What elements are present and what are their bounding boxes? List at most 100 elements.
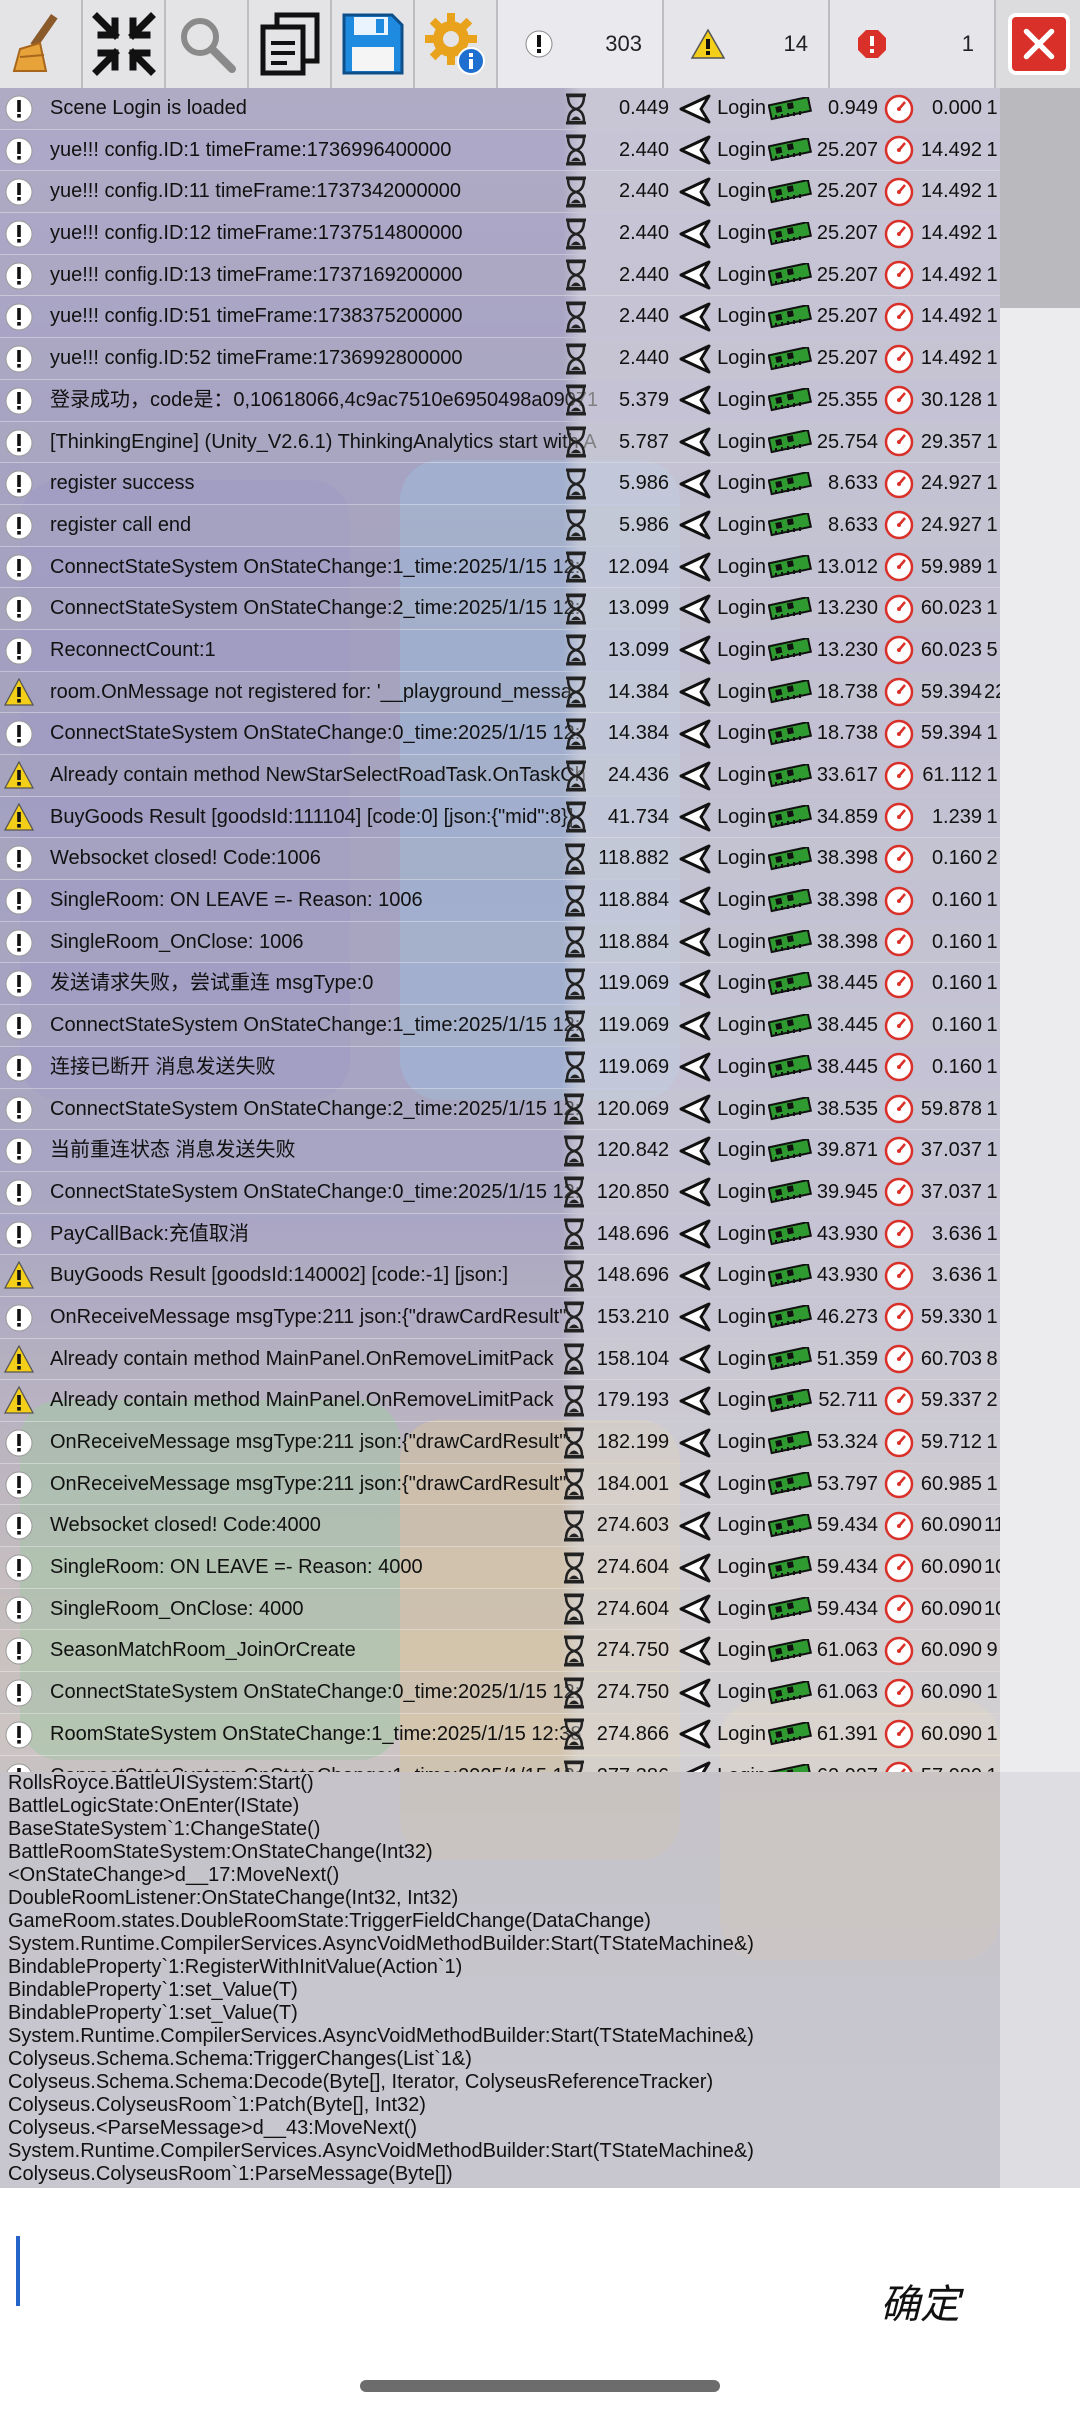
- collapse-button[interactable]: [83, 0, 166, 88]
- log-row[interactable]: RoomStateSystem OnStateChange:1_time:202…: [0, 1713, 1000, 1756]
- stack-trace-line: System.Runtime.CompilerServices.AsyncVoi…: [8, 2025, 754, 2047]
- copy-button[interactable]: [249, 0, 332, 88]
- log-memory: 34.859: [816, 805, 878, 828]
- log-memory: 0.949: [827, 97, 878, 119]
- log-count: 2: [986, 847, 998, 870]
- error-filter-toggle[interactable]: 1: [830, 0, 996, 88]
- log-fps: 59.330: [920, 1305, 982, 1328]
- scene-unity-icon: [679, 219, 711, 249]
- log-row[interactable]: ConnectStateSystem OnStateChange:1_time:…: [0, 1005, 1000, 1047]
- log-fps: 14.492: [920, 305, 982, 328]
- fps-gauge-icon: [884, 1636, 914, 1666]
- log-row[interactable]: Websocket closed! Code:1006 118.882 Login 3…: [0, 838, 1000, 881]
- log-row[interactable]: [ThinkingEngine] (Unity_V2.6.1) Thinking…: [0, 421, 1000, 464]
- log-row[interactable]: Websocket closed! Code:4000 274.603 Login 5…: [0, 1505, 1000, 1548]
- hourglass-icon: [563, 1260, 584, 1292]
- log-count: 10: [984, 1597, 1000, 1620]
- scene-unity-icon: [679, 802, 711, 832]
- log-row[interactable]: SingleRoom_OnClose: 1006 118.884 Login 38.3…: [0, 921, 1000, 964]
- log-row[interactable]: OnReceiveMessage msgType:211 json:{"draw…: [0, 1422, 1000, 1464]
- log-row[interactable]: yue!!! config.ID:1 timeFrame:17369964000…: [0, 129, 1000, 172]
- log-message: yue!!! config.ID:51 timeFrame:1738375200…: [50, 305, 463, 328]
- log-list[interactable]: Scene Login is loaded 0.449 Login 0.949 0.00…: [0, 88, 1000, 1772]
- log-row[interactable]: ConnectStateSystem OnStateChange:0_time:…: [0, 1171, 1000, 1214]
- log-row-stats: 120.069 Login 38.535 59.878 1: [560, 1088, 1000, 1130]
- log-row[interactable]: yue!!! config.ID:11 timeFrame:1737342000…: [0, 171, 1000, 214]
- memory-chip-icon: [768, 304, 812, 329]
- fps-gauge-icon: [884, 802, 914, 832]
- log-row[interactable]: Already contain method MainPanel.OnRemov…: [0, 1338, 1000, 1381]
- log-row[interactable]: SingleRoom: ON LEAVE =- Reason: 1006 118.…: [0, 880, 1000, 922]
- info-filter-toggle[interactable]: 303: [498, 0, 664, 88]
- fps-gauge-icon: [884, 1303, 914, 1332]
- log-row[interactable]: ConnectStateSystem OnStateChange:0_time:…: [0, 1672, 1000, 1714]
- log-row[interactable]: yue!!! config.ID:52 timeFrame:1736992800…: [0, 338, 1000, 380]
- info-icon: [5, 1221, 33, 1249]
- home-indicator[interactable]: [360, 2380, 720, 2392]
- log-row[interactable]: yue!!! config.ID:13 timeFrame:1737169200…: [0, 254, 1000, 297]
- log-row[interactable]: SeasonMatchRoom_JoinOrCreate 274.750 Login…: [0, 1630, 1000, 1673]
- stack-trace-panel[interactable]: RollsRoyce.BattleUISystem:Start() BattleL…: [0, 1772, 1000, 2188]
- info-icon: [5, 345, 33, 373]
- log-row[interactable]: ReconnectCount:1 13.099 Login 13.230 60.023 5: [0, 629, 1000, 672]
- search-button[interactable]: [166, 0, 249, 88]
- log-memory: 43.930: [816, 1264, 878, 1287]
- log-scrollbar[interactable]: [1000, 88, 1080, 1772]
- log-row[interactable]: register call end 5.986 Login 8.633 24.927 1: [0, 504, 1000, 547]
- log-message: ConnectStateSystem OnStateChange:0_time:…: [50, 1681, 581, 1704]
- save-button[interactable]: [332, 0, 415, 88]
- log-scene: Login: [717, 1431, 766, 1453]
- log-row[interactable]: OnReceiveMessage msgType:211 json:{"draw…: [0, 1296, 1000, 1339]
- log-row[interactable]: yue!!! config.ID:51 timeFrame:1738375200…: [0, 296, 1000, 339]
- log-row[interactable]: Already contain method NewStarSelectRoad…: [0, 755, 1000, 797]
- log-row[interactable]: 登录成功，code是：0,10618066,4c9ac7510e6950498a…: [0, 379, 1000, 422]
- log-count: 5: [986, 638, 998, 661]
- fps-gauge-icon: [884, 1386, 914, 1416]
- log-scrollbar-thumb[interactable]: [1000, 88, 1080, 308]
- log-row[interactable]: BuyGoods Result [goodsId:140002] [code:-…: [0, 1255, 1000, 1297]
- confirm-button[interactable]: 确定: [880, 2272, 960, 2330]
- log-count: 1: [986, 138, 998, 161]
- hourglass-icon: [565, 1051, 586, 1083]
- log-memory: 8.633: [827, 513, 878, 536]
- log-row[interactable]: ConnectStateSystem OnStateChange:1_time:…: [0, 1755, 1000, 1773]
- log-row[interactable]: Scene Login is loaded 0.449 Login 0.949 0.00…: [0, 88, 1000, 130]
- log-row[interactable]: room.OnMessage not registered for: '__pl…: [0, 671, 1000, 714]
- log-row[interactable]: yue!!! config.ID:12 timeFrame:1737514800…: [0, 213, 1000, 255]
- log-scene: Login: [717, 680, 766, 703]
- fps-gauge-icon: [884, 844, 914, 874]
- memory-chip-icon: [768, 888, 812, 912]
- log-row[interactable]: OnReceiveMessage msgType:211 json:{"draw…: [0, 1463, 1000, 1506]
- command-input[interactable]: [28, 2236, 848, 2306]
- log-time: 277.386: [597, 1765, 669, 1773]
- log-row[interactable]: SingleRoom_OnClose: 4000 274.604 Login 59.4…: [0, 1588, 1000, 1631]
- log-row[interactable]: register success 5.986 Login 8.633 24.927 1: [0, 463, 1000, 505]
- log-time: 5.986: [619, 472, 670, 495]
- log-row[interactable]: Already contain method MainPanel.OnRemov…: [0, 1380, 1000, 1422]
- stack-trace-scrollbar[interactable]: [1000, 1772, 1080, 2188]
- log-row-stats: 119.069 Login 38.445 0.160 1: [562, 1046, 1000, 1088]
- warning-filter-toggle[interactable]: 14: [664, 0, 830, 88]
- close-button[interactable]: [1008, 13, 1070, 75]
- log-memory: 53.324: [816, 1431, 878, 1453]
- log-row-stats: 2.440 Login 25.207 14.492 1: [563, 213, 1000, 255]
- log-row-stats: 5.379 Login 25.355 30.128 1: [563, 379, 1000, 421]
- log-row[interactable]: ConnectStateSystem OnStateChange:0_time:…: [0, 713, 1000, 755]
- log-row[interactable]: 发送请求失败，尝试重连 msgType:0 119.069 Login 38.445 0…: [0, 963, 1000, 1006]
- log-message: yue!!! config.ID:12 timeFrame:1737514800…: [50, 222, 463, 245]
- scene-unity-icon: [679, 1052, 711, 1082]
- log-row[interactable]: 当前重连状态 消息发送失败 120.842 Login 39.871 37.037 1: [0, 1130, 1000, 1172]
- log-row[interactable]: BuyGoods Result [goodsId:111104] [code:0…: [0, 796, 1000, 839]
- log-row[interactable]: SingleRoom: ON LEAVE =- Reason: 4000 274.…: [0, 1547, 1000, 1589]
- log-row[interactable]: ConnectStateSystem OnStateChange:2_time:…: [0, 1088, 1000, 1131]
- info-icon: [5, 1679, 33, 1707]
- clear-button[interactable]: [0, 0, 83, 88]
- log-message: 登录成功，code是：0,10618066,4c9ac7510e6950498a…: [50, 388, 599, 411]
- log-row[interactable]: 连接已断开 消息发送失败 119.069 Login 38.445 0.160 1: [0, 1046, 1000, 1089]
- log-row[interactable]: PayCallBack:充值取消 148.696 Login 43.930 3.636 1: [0, 1213, 1000, 1256]
- log-row-stats: 24.436 Login 33.617 61.112 1: [563, 755, 1000, 796]
- log-row-stats: 184.001 Login 53.797 60.985 1: [560, 1463, 1000, 1505]
- log-row[interactable]: ConnectStateSystem OnStateChange:1_time:…: [0, 546, 1000, 589]
- log-row[interactable]: ConnectStateSystem OnStateChange:2_time:…: [0, 588, 1000, 630]
- settings-button[interactable]: [415, 0, 498, 88]
